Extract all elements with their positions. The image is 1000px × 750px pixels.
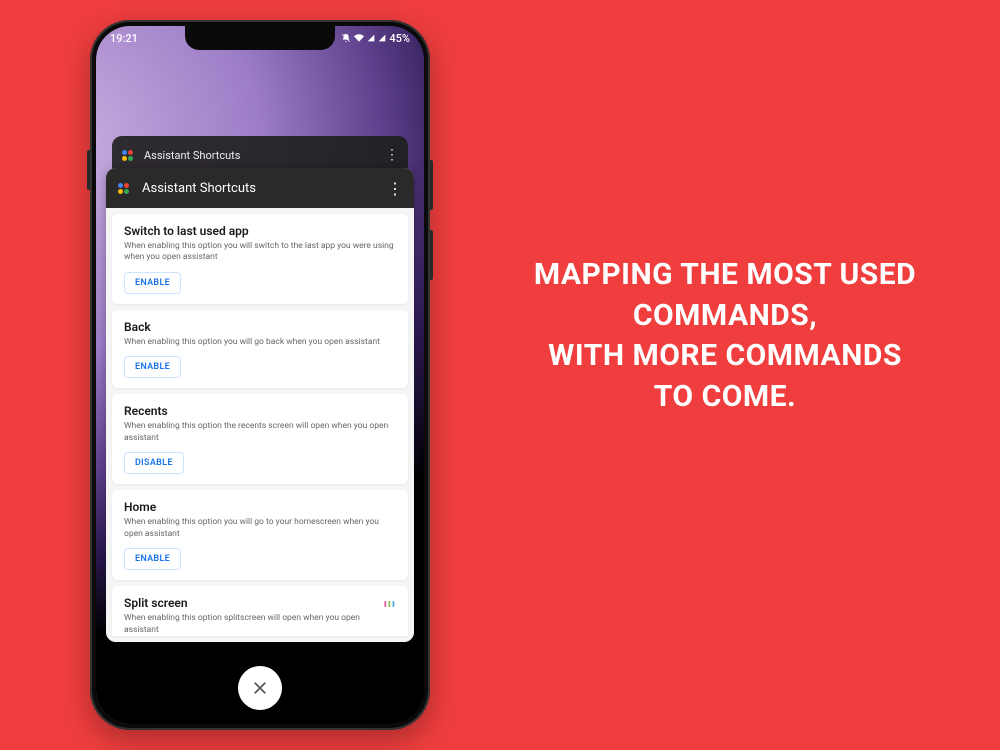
headline-line: MAPPING THE MOST USED (490, 255, 960, 296)
wifi-icon (354, 33, 364, 43)
background-app-title: Assistant Shortcuts (144, 149, 240, 162)
option-title: Split screen ııı (124, 596, 396, 610)
letter-m-badge-icon: ııı (384, 597, 396, 610)
close-button[interactable] (238, 666, 282, 710)
enable-button[interactable]: ENABLE (124, 272, 181, 294)
option-title: Switch to last used app (124, 224, 396, 238)
status-time: 19:21 (110, 32, 138, 45)
option-desc: When enabling this option you will go ba… (124, 337, 396, 348)
status-battery: 45% (389, 32, 410, 45)
option-desc: When enabling this option splitscreen wi… (124, 613, 396, 636)
status-icons: 45% (341, 32, 410, 45)
enable-button[interactable]: ENABLE (124, 548, 181, 570)
option-split-screen: Split screen ııı When enabling this opti… (112, 586, 408, 636)
headline-line: COMMANDS, (490, 296, 960, 337)
option-title-text: Split screen (124, 596, 188, 610)
assistant-icon (118, 181, 132, 195)
enable-button[interactable]: ENABLE (124, 356, 181, 378)
close-icon (251, 679, 269, 697)
option-title: Home (124, 500, 396, 514)
option-back: Back When enabling this option you will … (112, 310, 408, 388)
option-switch-last-app: Switch to last used app When enabling th… (112, 214, 408, 304)
option-desc: When enabling this option you will go to… (124, 517, 396, 540)
option-desc: When enabling this option you will switc… (124, 241, 396, 264)
status-bar: 19:21 45% (96, 26, 424, 50)
phone-frame: 19:21 45% Assistant Shortcuts ⋮ Assistan… (90, 20, 430, 730)
phone-screen: 19:21 45% Assistant Shortcuts ⋮ Assistan… (96, 26, 424, 724)
signal-icon (367, 33, 375, 43)
signal-icon (378, 33, 386, 43)
headline-line: TO COME. (490, 377, 960, 418)
disable-button[interactable]: DISABLE (124, 452, 184, 474)
phone-side-button (87, 150, 90, 190)
recents-stack: Assistant Shortcuts ⋮ Assistant Shortcut… (106, 136, 414, 642)
app-toolbar: Assistant Shortcuts ⋮ (106, 168, 414, 208)
option-title: Recents (124, 404, 396, 418)
app-title: Assistant Shortcuts (142, 181, 256, 196)
option-title: Back (124, 320, 396, 334)
phone-side-button (430, 230, 433, 280)
foreground-app-card[interactable]: Assistant Shortcuts ⋮ Switch to last use… (106, 168, 414, 642)
headline-line: WITH MORE COMMANDS (490, 336, 960, 377)
more-icon[interactable]: ⋮ (385, 147, 398, 163)
headline: MAPPING THE MOST USED COMMANDS, WITH MOR… (490, 255, 960, 417)
assistant-icon (122, 148, 136, 162)
option-recents: Recents When enabling this option the re… (112, 394, 408, 484)
notifications-off-icon (341, 33, 351, 43)
option-home: Home When enabling this option you will … (112, 490, 408, 580)
options-list: Switch to last used app When enabling th… (106, 208, 414, 642)
option-desc: When enabling this option the recents sc… (124, 421, 396, 444)
phone-side-button (430, 160, 433, 210)
more-icon[interactable]: ⋮ (387, 179, 402, 198)
